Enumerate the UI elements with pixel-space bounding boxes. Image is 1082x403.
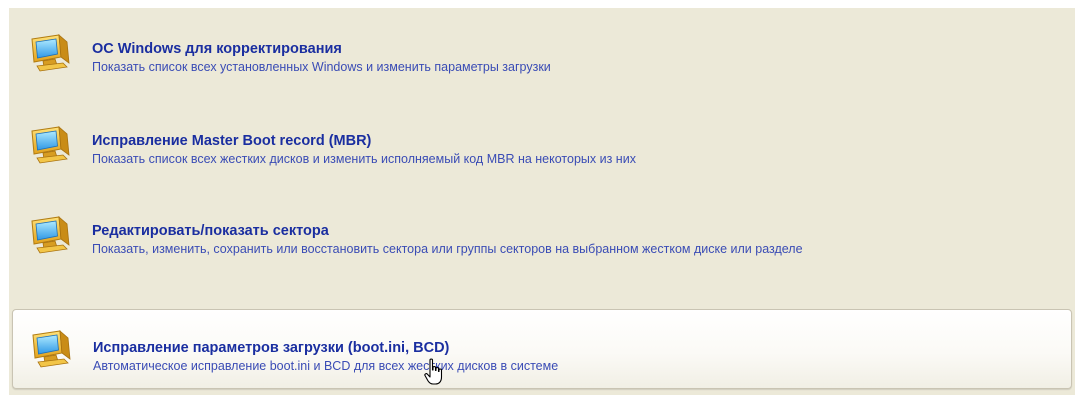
option-description: Показать, изменить, сохранить или восста… xyxy=(92,242,803,256)
monitor-icon xyxy=(29,33,73,73)
hand-cursor-icon xyxy=(424,358,443,385)
option-title: Исправление параметров загрузки (boot.in… xyxy=(93,340,450,356)
monitor-icon xyxy=(29,215,73,255)
option-description: Автоматическое исправление boot.ini и BC… xyxy=(93,359,559,373)
option-title: ОС Windows для корректирования xyxy=(92,41,342,57)
option-mbr-repair[interactable]: Исправление Master Boot record (MBR) Пок… xyxy=(12,118,1072,178)
option-boot-params-repair[interactable]: Исправление параметров загрузки (boot.in… xyxy=(12,309,1072,389)
monitor-icon xyxy=(30,329,74,369)
option-title: Редактировать/показать сектора xyxy=(92,223,329,239)
option-description: Показать список всех установленных Windo… xyxy=(92,60,551,74)
option-windows-correction[interactable]: ОС Windows для корректирования Показать … xyxy=(12,26,1072,86)
option-sector-editor[interactable]: Редактировать/показать сектора Показать,… xyxy=(12,208,1072,284)
options-panel: ОС Windows для корректирования Показать … xyxy=(9,8,1075,395)
option-title: Исправление Master Boot record (MBR) xyxy=(92,133,372,149)
monitor-icon xyxy=(29,125,73,165)
option-description: Показать список всех жестких дисков и из… xyxy=(92,152,636,166)
